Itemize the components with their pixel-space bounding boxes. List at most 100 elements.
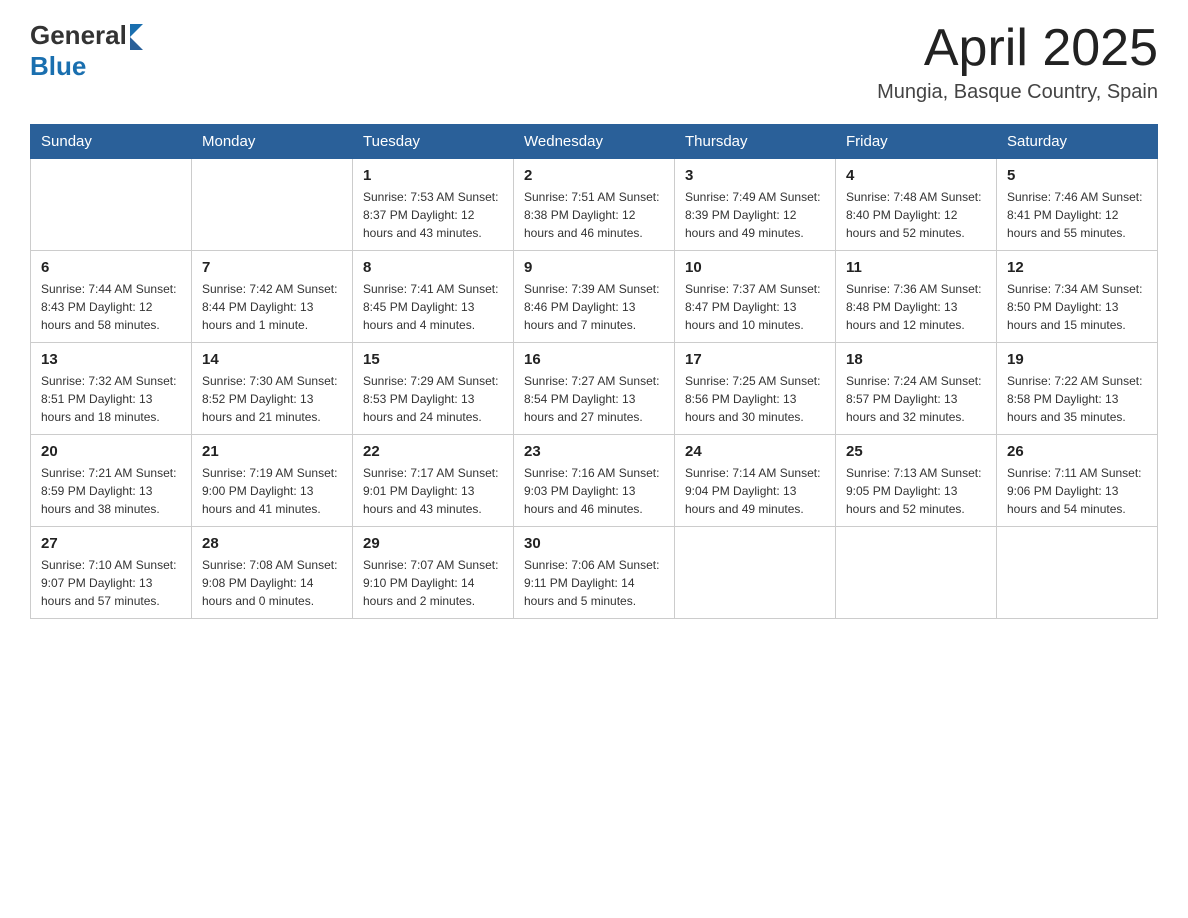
calendar-week-1: 1Sunrise: 7:53 AM Sunset: 8:37 PM Daylig… xyxy=(31,159,1158,251)
title-section: April 2025 Mungia, Basque Country, Spain xyxy=(877,20,1158,104)
day-info: Sunrise: 7:25 AM Sunset: 8:56 PM Dayligh… xyxy=(685,372,825,426)
day-number: 12 xyxy=(1007,259,1147,276)
day-info: Sunrise: 7:39 AM Sunset: 8:46 PM Dayligh… xyxy=(524,280,664,334)
day-number: 6 xyxy=(41,259,181,276)
day-number: 22 xyxy=(363,443,503,460)
col-sunday: Sunday xyxy=(31,125,192,159)
calendar-cell: 9Sunrise: 7:39 AM Sunset: 8:46 PM Daylig… xyxy=(514,251,675,343)
logo-general: General xyxy=(30,20,127,51)
day-number: 25 xyxy=(846,443,986,460)
day-number: 5 xyxy=(1007,167,1147,184)
calendar-cell: 28 Sunrise: 7:08 AM Sunset: 9:08 PM Dayli… xyxy=(192,527,353,619)
day-info: Sunrise: 7:32 AM Sunset: 8:51 PM Dayligh… xyxy=(41,372,181,426)
calendar-cell: 13 Sunrise: 7:32 AM Sunset: 8:51 PM Dayli… xyxy=(31,343,192,435)
day-number: 15 xyxy=(363,351,503,368)
day-info: Sunrise: 7:27 AM Sunset: 8:54 PM Dayligh… xyxy=(524,372,664,426)
calendar-cell: 1Sunrise: 7:53 AM Sunset: 8:37 PM Daylig… xyxy=(353,159,514,251)
day-info: Sunrise: 7:10 AM Sunset: 9:07 PM Dayligh… xyxy=(41,556,181,610)
page-header: General Blue April 2025 Mungia, Basque C… xyxy=(30,20,1158,104)
col-thursday: Thursday xyxy=(675,125,836,159)
calendar-cell: 24 Sunrise: 7:14 AM Sunset: 9:04 PM Dayli… xyxy=(675,435,836,527)
day-number: 2 xyxy=(524,167,664,184)
day-info: Sunrise: 7:17 AM Sunset: 9:01 PM Dayligh… xyxy=(363,464,503,518)
day-number: 28 xyxy=(202,535,342,552)
day-info: Sunrise: 7:24 AM Sunset: 8:57 PM Dayligh… xyxy=(846,372,986,426)
day-number: 27 xyxy=(41,535,181,552)
col-monday: Monday xyxy=(192,125,353,159)
day-number: 21 xyxy=(202,443,342,460)
day-info: Sunrise: 7:06 AM Sunset: 9:11 PM Dayligh… xyxy=(524,556,664,610)
calendar-cell xyxy=(192,159,353,251)
day-info: Sunrise: 7:44 AM Sunset: 8:43 PM Dayligh… xyxy=(41,280,181,334)
location: Mungia, Basque Country, Spain xyxy=(877,81,1158,104)
day-info: Sunrise: 7:41 AM Sunset: 8:45 PM Dayligh… xyxy=(363,280,503,334)
day-number: 16 xyxy=(524,351,664,368)
col-saturday: Saturday xyxy=(997,125,1158,159)
calendar-cell: 4 Sunrise: 7:48 AM Sunset: 8:40 PM Daylig… xyxy=(836,159,997,251)
day-number: 26 xyxy=(1007,443,1147,460)
calendar-cell: 29 Sunrise: 7:07 AM Sunset: 9:10 PM Dayli… xyxy=(353,527,514,619)
day-number: 1 xyxy=(363,167,503,184)
col-wednesday: Wednesday xyxy=(514,125,675,159)
day-number: 7 xyxy=(202,259,342,276)
day-info: Sunrise: 7:37 AM Sunset: 8:47 PM Dayligh… xyxy=(685,280,825,334)
day-info: Sunrise: 7:30 AM Sunset: 8:52 PM Dayligh… xyxy=(202,372,342,426)
logo: General Blue xyxy=(30,20,143,82)
day-info: Sunrise: 7:46 AM Sunset: 8:41 PM Dayligh… xyxy=(1007,188,1147,242)
day-info: Sunrise: 7:36 AM Sunset: 8:48 PM Dayligh… xyxy=(846,280,986,334)
day-info: Sunrise: 7:21 AM Sunset: 8:59 PM Dayligh… xyxy=(41,464,181,518)
day-number: 19 xyxy=(1007,351,1147,368)
calendar-cell: 12 Sunrise: 7:34 AM Sunset: 8:50 PM Dayli… xyxy=(997,251,1158,343)
day-info: Sunrise: 7:48 AM Sunset: 8:40 PM Dayligh… xyxy=(846,188,986,242)
day-number: 8 xyxy=(363,259,503,276)
day-number: 13 xyxy=(41,351,181,368)
calendar-cell: 17Sunrise: 7:25 AM Sunset: 8:56 PM Dayli… xyxy=(675,343,836,435)
calendar-cell xyxy=(675,527,836,619)
day-info: Sunrise: 7:42 AM Sunset: 8:44 PM Dayligh… xyxy=(202,280,342,334)
day-info: Sunrise: 7:07 AM Sunset: 9:10 PM Dayligh… xyxy=(363,556,503,610)
day-number: 4 xyxy=(846,167,986,184)
day-info: Sunrise: 7:34 AM Sunset: 8:50 PM Dayligh… xyxy=(1007,280,1147,334)
calendar-cell: 18Sunrise: 7:24 AM Sunset: 8:57 PM Dayli… xyxy=(836,343,997,435)
calendar-cell: 10 Sunrise: 7:37 AM Sunset: 8:47 PM Dayli… xyxy=(675,251,836,343)
day-info: Sunrise: 7:08 AM Sunset: 9:08 PM Dayligh… xyxy=(202,556,342,610)
calendar-cell: 22 Sunrise: 7:17 AM Sunset: 9:01 PM Dayli… xyxy=(353,435,514,527)
logo-blue: Blue xyxy=(30,51,86,82)
calendar-cell: 20 Sunrise: 7:21 AM Sunset: 8:59 PM Dayli… xyxy=(31,435,192,527)
calendar-cell: 16 Sunrise: 7:27 AM Sunset: 8:54 PM Dayli… xyxy=(514,343,675,435)
day-info: Sunrise: 7:51 AM Sunset: 8:38 PM Dayligh… xyxy=(524,188,664,242)
calendar-cell: 8 Sunrise: 7:41 AM Sunset: 8:45 PM Daylig… xyxy=(353,251,514,343)
col-tuesday: Tuesday xyxy=(353,125,514,159)
calendar-cell xyxy=(31,159,192,251)
calendar-cell xyxy=(836,527,997,619)
day-number: 10 xyxy=(685,259,825,276)
calendar-cell: 21 Sunrise: 7:19 AM Sunset: 9:00 PM Dayli… xyxy=(192,435,353,527)
calendar-cell xyxy=(997,527,1158,619)
calendar-week-4: 20 Sunrise: 7:21 AM Sunset: 8:59 PM Dayli… xyxy=(31,435,1158,527)
day-info: Sunrise: 7:14 AM Sunset: 9:04 PM Dayligh… xyxy=(685,464,825,518)
day-number: 29 xyxy=(363,535,503,552)
day-info: Sunrise: 7:29 AM Sunset: 8:53 PM Dayligh… xyxy=(363,372,503,426)
day-info: Sunrise: 7:19 AM Sunset: 9:00 PM Dayligh… xyxy=(202,464,342,518)
calendar-cell: 23 Sunrise: 7:16 AM Sunset: 9:03 PM Dayli… xyxy=(514,435,675,527)
calendar-week-3: 13 Sunrise: 7:32 AM Sunset: 8:51 PM Dayli… xyxy=(31,343,1158,435)
header-row: Sunday Monday Tuesday Wednesday Thursday… xyxy=(31,125,1158,159)
month-title: April 2025 xyxy=(877,20,1158,77)
day-info: Sunrise: 7:22 AM Sunset: 8:58 PM Dayligh… xyxy=(1007,372,1147,426)
day-number: 3 xyxy=(685,167,825,184)
calendar-cell: 27 Sunrise: 7:10 AM Sunset: 9:07 PM Dayli… xyxy=(31,527,192,619)
calendar-cell: 15 Sunrise: 7:29 AM Sunset: 8:53 PM Dayli… xyxy=(353,343,514,435)
calendar-cell: 7 Sunrise: 7:42 AM Sunset: 8:44 PM Daylig… xyxy=(192,251,353,343)
calendar-cell: 5 Sunrise: 7:46 AM Sunset: 8:41 PM Daylig… xyxy=(997,159,1158,251)
calendar-cell: 6 Sunrise: 7:44 AM Sunset: 8:43 PM Daylig… xyxy=(31,251,192,343)
day-info: Sunrise: 7:16 AM Sunset: 9:03 PM Dayligh… xyxy=(524,464,664,518)
calendar-cell: 26Sunrise: 7:11 AM Sunset: 9:06 PM Dayli… xyxy=(997,435,1158,527)
day-info: Sunrise: 7:49 AM Sunset: 8:39 PM Dayligh… xyxy=(685,188,825,242)
day-number: 20 xyxy=(41,443,181,460)
day-info: Sunrise: 7:13 AM Sunset: 9:05 PM Dayligh… xyxy=(846,464,986,518)
calendar-cell: 3 Sunrise: 7:49 AM Sunset: 8:39 PM Daylig… xyxy=(675,159,836,251)
col-friday: Friday xyxy=(836,125,997,159)
calendar-cell: 30Sunrise: 7:06 AM Sunset: 9:11 PM Dayli… xyxy=(514,527,675,619)
day-number: 24 xyxy=(685,443,825,460)
day-number: 23 xyxy=(524,443,664,460)
